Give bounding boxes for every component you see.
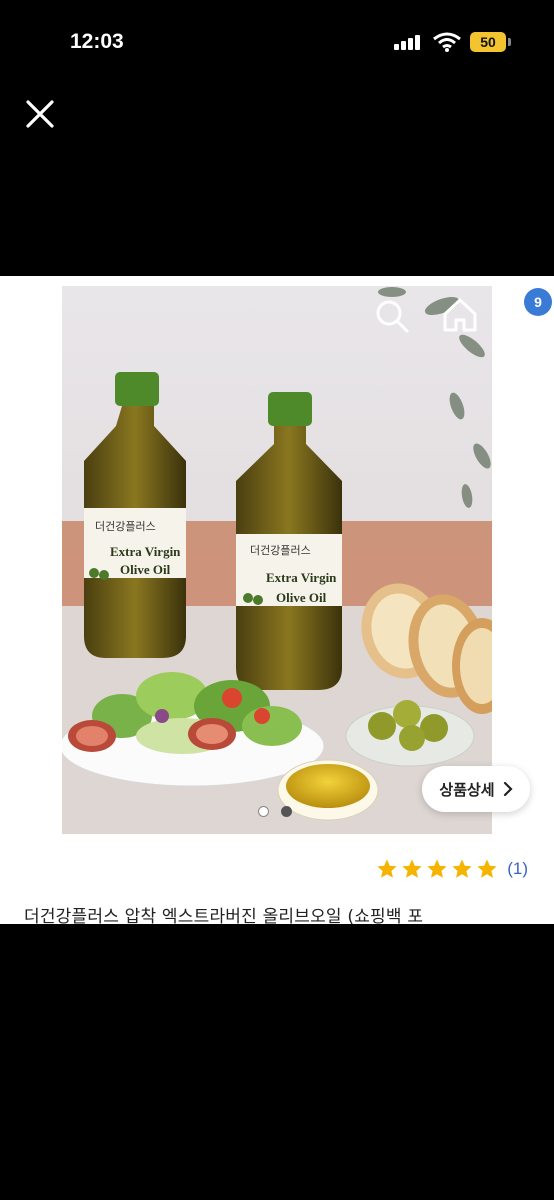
wifi-icon: [433, 32, 461, 52]
rating[interactable]: (1): [376, 858, 528, 880]
star-icon: [377, 859, 397, 878]
back-icon[interactable]: [18, 298, 48, 334]
star-icon: [402, 859, 422, 878]
status-bar: 12:03 50: [0, 0, 554, 80]
pager-dot-active[interactable]: [281, 806, 292, 817]
product-image[interactable]: 더건강플러스 Extra Virgin Olive Oil 더건강플러스 Ext…: [62, 286, 492, 834]
product-screen: 더건강플러스 Extra Virgin Olive Oil 더건강플러스 Ext…: [0, 276, 554, 924]
rating-count[interactable]: (1): [507, 859, 528, 879]
pager-dot[interactable]: [258, 806, 269, 817]
battery-indicator: 50: [470, 32, 511, 52]
chevron-right-icon: [503, 781, 513, 797]
signal-icon: [394, 34, 420, 50]
svg-text:Olive Oil: Olive Oil: [120, 562, 171, 577]
home-icon[interactable]: [440, 296, 480, 334]
svg-text:더건강플러스: 더건강플러스: [95, 520, 156, 533]
status-time: 12:03: [70, 30, 124, 53]
star-icon: [427, 859, 447, 878]
cart-badge: 9: [524, 288, 552, 316]
product-detail-button[interactable]: 상품상세: [422, 766, 530, 812]
star-icon: [477, 859, 497, 878]
svg-text:Extra Virgin: Extra Virgin: [110, 544, 181, 559]
product-photo: 더건강플러스 Extra Virgin Olive Oil 더건강플러스 Ext…: [62, 286, 492, 834]
image-pager[interactable]: [258, 806, 292, 817]
svg-text:Olive Oil: Olive Oil: [276, 590, 327, 605]
svg-text:Extra Virgin: Extra Virgin: [266, 570, 337, 585]
product-title: 더건강플러스 압착 엑스트라버진 올리브오일 (쇼핑백 포: [24, 907, 424, 924]
close-icon[interactable]: [22, 96, 58, 132]
star-icon: [452, 859, 472, 878]
top-nav: 9: [0, 276, 554, 356]
svg-text:더건강플러스: 더건강플러스: [250, 544, 311, 557]
product-detail-label: 상품상세: [439, 780, 495, 799]
search-icon[interactable]: [374, 298, 410, 334]
